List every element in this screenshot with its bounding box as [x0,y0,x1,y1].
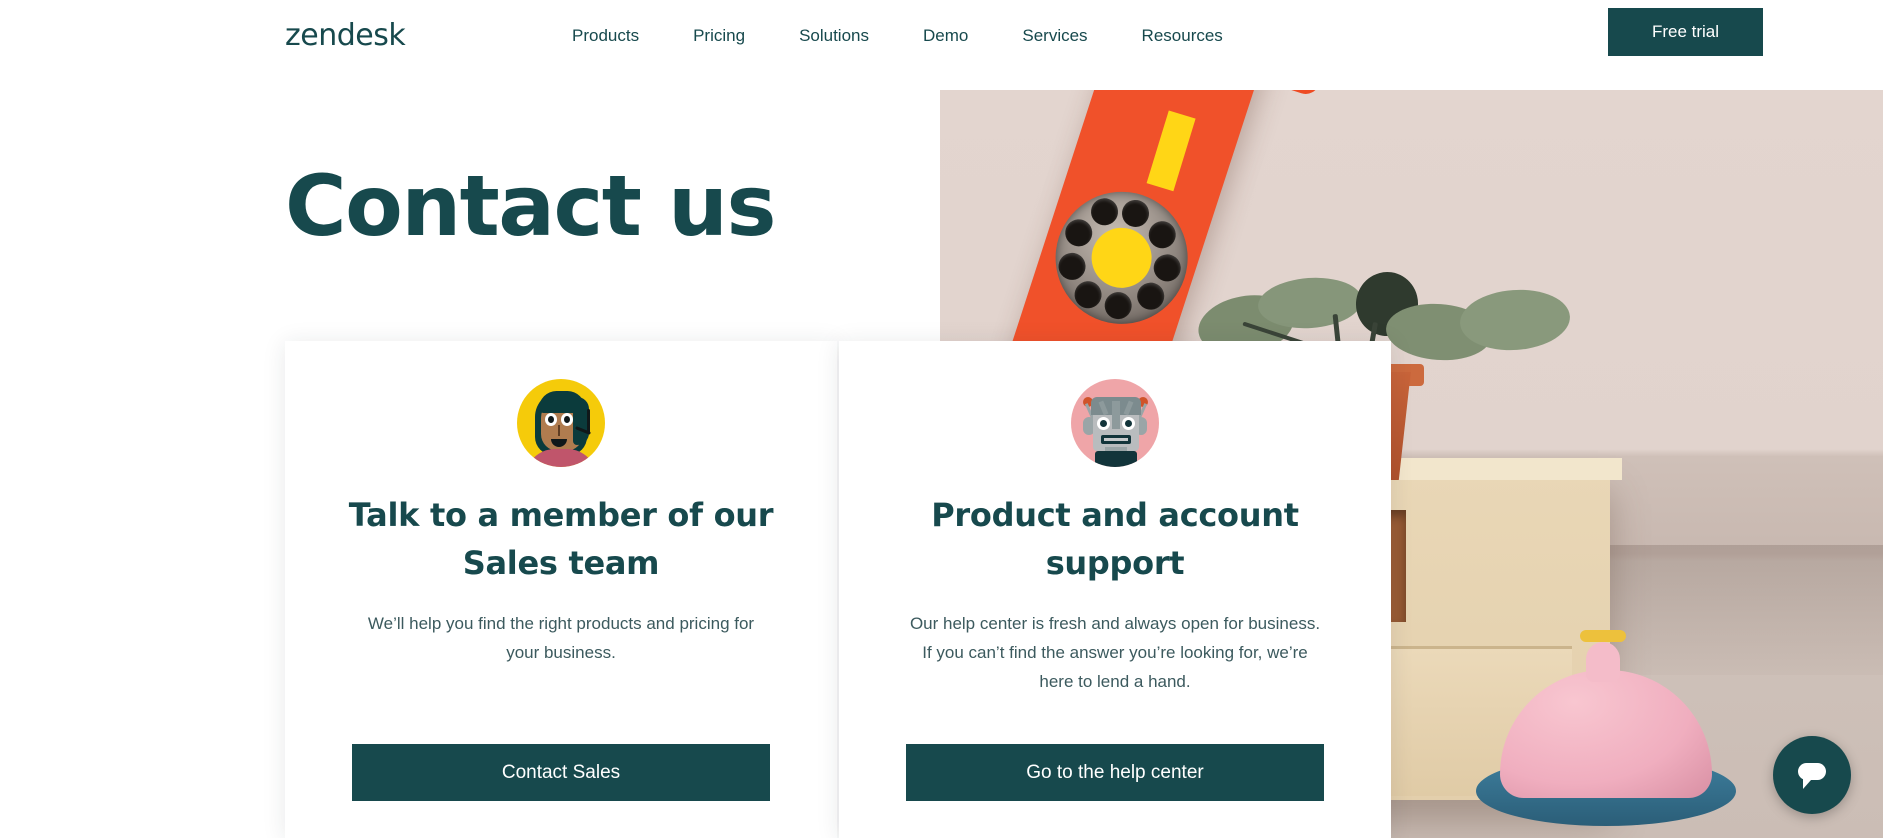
contact-cards: Talk to a member of our Sales team We’ll… [285,341,1391,838]
phone-yellow-label [1146,110,1196,192]
nav-item-resources[interactable]: Resources [1115,25,1250,47]
chat-bubble-icon [1798,763,1826,789]
card-support-body: Our help center is fresh and always open… [909,614,1321,691]
page-root: zendesk Products Pricing Solutions Demo … [0,0,1883,838]
chat-widget-button[interactable] [1773,736,1851,814]
service-bell-knob [1586,642,1620,682]
service-bell-top [1580,630,1626,642]
nav-item-pricing[interactable]: Pricing [666,25,772,47]
card-sales: Talk to a member of our Sales team We’ll… [285,341,837,838]
free-trial-button[interactable]: Free trial [1608,8,1763,56]
support-robot-avatar-icon [1071,379,1159,467]
card-sales-button-wrap: Contact Sales [352,744,770,838]
zendesk-logo[interactable]: zendesk [285,18,406,54]
contact-sales-button[interactable]: Contact Sales [352,744,770,801]
main-navigation: Products Pricing Solutions Demo Services… [545,0,1250,72]
card-sales-body: We’ll help you find the right products a… [367,614,755,662]
page-title: Contact us [285,157,776,255]
card-support: Product and account support Our help cen… [839,341,1391,838]
nav-item-demo[interactable]: Demo [896,25,995,47]
card-sales-title: Talk to a member of our Sales team [348,496,774,582]
nav-item-solutions[interactable]: Solutions [772,25,896,47]
card-support-button-wrap: Go to the help center [906,744,1324,838]
sales-agent-avatar-icon [517,379,605,467]
card-support-title: Product and account support [931,496,1299,582]
help-center-button[interactable]: Go to the help center [906,744,1324,801]
nav-item-products[interactable]: Products [545,25,666,47]
nav-item-services[interactable]: Services [995,25,1114,47]
site-header: zendesk Products Pricing Solutions Demo … [0,0,1883,72]
